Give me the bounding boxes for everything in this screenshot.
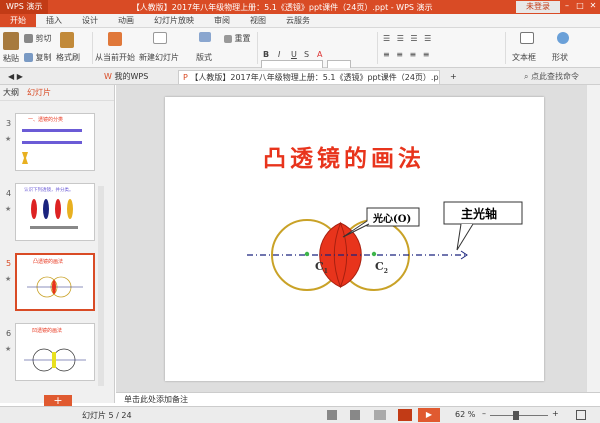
slide-panel: 大纲 幻灯片 3 ★ 一、透镜的分类 4 ★ 认识下列透镜，并分类。 5 ★ 凸… xyxy=(0,85,115,407)
format-painter-button[interactable] xyxy=(60,32,74,48)
layout-icon[interactable] xyxy=(199,32,211,42)
title-bar: WPS 演示 【人教版】2017年八年级物理上册：5.1《透镜》ppt课件（24… xyxy=(0,0,600,14)
label-c1[interactable]: C1 xyxy=(315,260,328,275)
wps-logo[interactable]: WPS 演示 xyxy=(0,0,49,14)
maximize-icon[interactable]: □ xyxy=(575,1,585,11)
scissors-icon xyxy=(24,34,33,43)
shadow-button[interactable]: S xyxy=(304,50,309,59)
reset-label: 重置 xyxy=(234,34,251,43)
menu-bar: 开始 插入 设计 动画 幻灯片放映 审阅 视图 云服务 xyxy=(0,14,600,28)
font-color-button[interactable]: A xyxy=(317,50,322,59)
menu-view[interactable]: 视图 xyxy=(240,14,276,27)
login-button[interactable]: 未登录 xyxy=(516,1,560,13)
close-icon[interactable]: ✕ xyxy=(588,1,598,11)
brush-icon xyxy=(60,32,74,48)
tab-outline[interactable]: 大纲 xyxy=(3,87,19,98)
copy-button[interactable]: 复制 xyxy=(24,52,52,63)
new-slide-icon[interactable] xyxy=(153,32,167,44)
zoom-slider-thumb[interactable] xyxy=(513,411,519,420)
textbox-icon[interactable] xyxy=(520,32,534,44)
nav-arrows[interactable]: ◀ ▶ xyxy=(4,70,27,84)
list-buttons[interactable]: ☰ ☰ ☰ ☰ xyxy=(383,34,433,43)
menu-cloud[interactable]: 云服务 xyxy=(276,14,320,27)
canvas-scrollbar[interactable] xyxy=(586,85,600,392)
command-search[interactable]: ⌕ 点此查找命令 xyxy=(520,70,583,84)
reset-button[interactable]: 重置 xyxy=(224,33,251,44)
tab-my-wps[interactable]: W 我的WPS xyxy=(100,70,152,84)
panel-scrollbar[interactable] xyxy=(98,186,104,386)
menu-home[interactable]: 开始 xyxy=(0,14,36,27)
cut-label: 剪切 xyxy=(35,34,52,43)
slide[interactable]: 凸透镜的画法 光心(O) 主光轴 C1 C2 xyxy=(165,97,544,381)
menu-review[interactable]: 审阅 xyxy=(204,14,240,27)
thumb-number: 4 xyxy=(6,189,12,198)
shapes-button[interactable]: 形状 xyxy=(552,52,568,63)
slide-thumb-4[interactable]: 认识下列透镜，并分类。 xyxy=(15,183,95,241)
thumb-number: 5 xyxy=(6,259,12,268)
slide-thumb-3[interactable]: 一、透镜的分类 xyxy=(15,113,95,171)
menu-design[interactable]: 设计 xyxy=(72,14,108,27)
play-button[interactable]: ▶ xyxy=(418,408,440,422)
bold-button[interactable]: B xyxy=(263,50,269,59)
lens-diagram xyxy=(247,201,523,291)
menu-insert[interactable]: 插入 xyxy=(36,14,72,27)
italic-button[interactable]: I xyxy=(278,50,280,59)
view-play-icon[interactable] xyxy=(398,409,412,421)
slide-canvas: 凸透镜的画法 光心(O) 主光轴 C1 C2 xyxy=(116,85,600,392)
menu-slideshow[interactable]: 幻灯片放映 xyxy=(144,14,204,27)
menu-animation[interactable]: 动画 xyxy=(108,14,144,27)
fit-window-icon[interactable] xyxy=(576,410,586,420)
zoom-out-icon[interactable]: – xyxy=(482,409,486,418)
zoom-slider[interactable] xyxy=(490,415,548,416)
window-title: 【人教版】2017年八年级物理上册：5.1《透镜》ppt课件（24页）.ppt … xyxy=(131,2,433,12)
tab-slides[interactable]: 幻灯片 xyxy=(27,87,51,98)
view-reading-icon[interactable] xyxy=(374,410,386,420)
textbox-button[interactable]: 文本框 xyxy=(512,52,536,63)
c2-dot xyxy=(371,251,377,257)
ribbon: 粘贴 剪切 复制 格式刷 从当前开始 新建幻灯片 版式 重置 B I U S A… xyxy=(0,28,600,72)
callout-axis-label[interactable]: 主光轴 xyxy=(461,205,497,222)
paste-icon xyxy=(3,32,19,50)
zoom-in-icon[interactable]: + xyxy=(552,409,559,418)
document-tab-bar: ◀ ▶ W 我的WPS P 【人教版】2017年八年级物理上册：5.1《透镜》p… xyxy=(0,68,600,85)
format-painter-label[interactable]: 格式刷 xyxy=(56,52,80,63)
slide-thumb-5[interactable]: 凸透镜的画法 xyxy=(15,253,95,311)
notes-area[interactable]: 单击此处添加备注 xyxy=(116,392,600,406)
layout-button[interactable]: 版式 xyxy=(196,52,212,63)
thumb-number: 6 xyxy=(6,329,12,338)
align-buttons[interactable]: ≡ ≡ ≡ ≡ xyxy=(383,50,431,59)
minimize-icon[interactable]: – xyxy=(562,1,572,11)
slide-thumb-6[interactable]: 凹透镜的画法 xyxy=(15,323,95,381)
copy-label: 复制 xyxy=(35,53,52,62)
slide-counter: 幻灯片 5 / 24 xyxy=(82,411,132,420)
copy-icon xyxy=(24,53,33,62)
new-slide-button[interactable]: 新建幻灯片 xyxy=(139,52,179,63)
reset-icon xyxy=(224,34,232,43)
status-bar: 幻灯片 5 / 24 ▶ 62 % – + xyxy=(0,406,600,423)
c1-dot xyxy=(304,251,310,257)
search-icon: ⌕ xyxy=(524,72,529,81)
underline-button[interactable]: U xyxy=(291,50,297,59)
play-from-current-icon[interactable] xyxy=(108,32,122,46)
tab-document[interactable]: P 【人教版】2017年八年级物理上册：5.1《透镜》ppt课件（24页）.pp… xyxy=(178,70,440,84)
shapes-icon[interactable] xyxy=(557,32,569,44)
paste-button[interactable] xyxy=(3,32,19,50)
view-normal-icon[interactable] xyxy=(327,410,337,420)
zoom-level: 62 % xyxy=(455,410,476,419)
from-current-button[interactable]: 从当前开始 xyxy=(95,52,135,63)
view-sorter-icon[interactable] xyxy=(350,410,360,420)
callout-center-label[interactable]: 光心(O) xyxy=(373,210,411,225)
thumb-number: 3 xyxy=(6,119,12,128)
paste-label[interactable]: 粘贴 xyxy=(3,53,19,64)
new-tab-button[interactable]: + xyxy=(446,70,461,84)
label-c2[interactable]: C2 xyxy=(375,260,388,275)
cut-button[interactable]: 剪切 xyxy=(24,33,52,44)
